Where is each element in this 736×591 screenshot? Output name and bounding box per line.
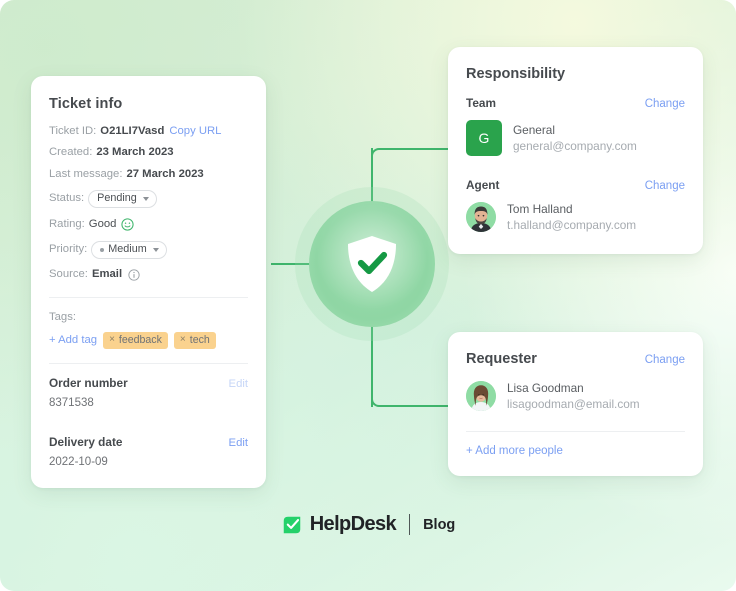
team-row[interactable]: G General general@company.com xyxy=(448,110,703,156)
rating-label: Rating: xyxy=(49,217,85,230)
team-email: general@company.com xyxy=(513,139,637,153)
helpdesk-logo-text: HelpDesk xyxy=(309,513,397,535)
agent-row[interactable]: Tom Halland t.halland@company.com xyxy=(448,192,703,232)
delivery-date-edit-link[interactable]: Edit xyxy=(229,437,248,449)
agent-email: t.halland@company.com xyxy=(507,218,637,232)
card-padding xyxy=(448,232,703,254)
order-number-header: Order number Edit xyxy=(49,376,248,390)
tag-label: feedback xyxy=(118,334,162,347)
source-row: Source: Email xyxy=(49,267,248,281)
requester-card: Requester Change Lisa Goodman lisagoodma… xyxy=(448,332,703,476)
priority-dropdown[interactable]: Medium xyxy=(91,240,167,259)
last-message-row: Last message: 27 March 2023 xyxy=(49,167,248,180)
rating-value: Good xyxy=(88,217,117,230)
ticket-info-card: Ticket info Ticket ID: O21LI7Vasd Copy U… xyxy=(31,76,266,488)
team-initial-badge: G xyxy=(466,120,502,156)
delivery-date-block: Delivery date Edit 2022-10-09 xyxy=(31,423,266,488)
responsibility-card: Responsibility Team Change G General gen… xyxy=(448,47,703,254)
agent-name: Tom Halland xyxy=(507,202,573,216)
order-number-block: Order number Edit 8371538 xyxy=(31,364,266,423)
delivery-date-value: 2022-10-09 xyxy=(49,455,108,468)
blog-link[interactable]: Blog xyxy=(423,517,455,533)
requester-avatar xyxy=(466,381,496,411)
shield-badge xyxy=(309,201,435,327)
team-text: General general@company.com xyxy=(513,123,637,153)
team-name: General xyxy=(513,123,555,137)
remove-tag-icon[interactable]: × xyxy=(180,335,186,345)
status-row: Status: Pending xyxy=(49,189,248,208)
ticket-id-value: O21LI7Vasd xyxy=(100,125,165,137)
agent-change-link[interactable]: Change xyxy=(645,180,685,192)
agent-text: Tom Halland t.halland@company.com xyxy=(507,202,636,232)
agent-label: Agent xyxy=(466,178,500,192)
created-value: 23 March 2023 xyxy=(96,146,174,159)
team-label: Team xyxy=(466,96,496,110)
tags-label: Tags: xyxy=(49,310,77,323)
rating-row: Rating: Good xyxy=(49,218,248,231)
shield-check-icon xyxy=(346,235,398,293)
helpdesk-checkbox-logo-icon xyxy=(281,514,303,536)
agent-section-header: Agent Change xyxy=(448,156,703,192)
info-circle-icon[interactable] xyxy=(128,269,140,281)
add-more-people-button[interactable]: + Add more people xyxy=(448,432,703,476)
last-message-label: Last message: xyxy=(49,167,123,180)
priority-dot-icon xyxy=(100,247,105,252)
order-number-title: Order number xyxy=(49,375,128,390)
add-tag-button[interactable]: + Add tag xyxy=(49,334,97,346)
source-label: Source: xyxy=(49,267,88,280)
requester-row[interactable]: Lisa Goodman lisagoodman@email.com xyxy=(448,367,703,411)
tag-chip[interactable]: × feedback xyxy=(103,331,168,349)
requester-email: lisagoodman@email.com xyxy=(507,397,640,411)
footer-separator xyxy=(409,514,411,535)
connector-line-bottom-horizontal xyxy=(380,405,452,407)
team-change-link[interactable]: Change xyxy=(645,98,685,110)
tag-label: tech xyxy=(189,334,210,347)
status-dropdown[interactable]: Pending xyxy=(88,189,157,208)
promo-canvas: Ticket info Ticket ID: O21LI7Vasd Copy U… xyxy=(0,0,736,591)
requester-text: Lisa Goodman lisagoodman@email.com xyxy=(507,381,640,411)
created-label: Created: xyxy=(49,146,93,159)
connector-line-top-horizontal xyxy=(380,148,452,150)
priority-value: Medium xyxy=(108,242,147,255)
smiley-happy-icon xyxy=(121,218,135,231)
requester-section-header: Requester Change xyxy=(448,332,703,367)
last-message-value: 27 March 2023 xyxy=(126,167,204,180)
ticket-id-row: Ticket ID: O21LI7Vasd Copy URL xyxy=(49,125,248,137)
priority-label: Priority: xyxy=(49,243,88,256)
status-value: Pending xyxy=(97,191,137,204)
source-value: Email xyxy=(91,267,123,280)
helpdesk-logo[interactable]: HelpDesk xyxy=(281,513,397,536)
remove-tag-icon[interactable]: × xyxy=(109,335,115,345)
requester-change-link[interactable]: Change xyxy=(645,354,685,366)
team-section-header: Team Change xyxy=(448,82,703,110)
ticket-meta-block: Ticket ID: O21LI7Vasd Copy URL Created: … xyxy=(31,112,266,297)
chevron-down-icon xyxy=(152,247,159,252)
ticket-info-title: Ticket info xyxy=(49,96,123,112)
chevron-down-icon xyxy=(142,196,149,201)
tags-block: Tags: + Add tag × feedback × tech xyxy=(31,298,266,363)
agent-avatar xyxy=(466,202,496,232)
requester-name: Lisa Goodman xyxy=(507,381,584,395)
tag-chip[interactable]: × tech xyxy=(173,331,216,349)
status-label: Status: xyxy=(49,192,85,205)
order-number-edit-link[interactable]: Edit xyxy=(229,378,248,390)
ticket-id-label: Ticket ID: xyxy=(49,125,97,137)
delivery-date-title: Delivery date xyxy=(49,434,123,449)
requester-title: Requester xyxy=(466,351,537,367)
responsibility-title: Responsibility xyxy=(466,66,566,82)
priority-row: Priority: Medium xyxy=(49,240,248,259)
copy-url-link[interactable]: Copy URL xyxy=(169,125,221,137)
tags-row: + Add tag × feedback × tech xyxy=(49,331,248,349)
created-row: Created: 23 March 2023 xyxy=(49,146,248,159)
footer: HelpDesk Blog xyxy=(0,513,736,536)
delivery-date-header: Delivery date Edit xyxy=(49,435,248,449)
order-number-value: 8371538 xyxy=(49,396,94,409)
